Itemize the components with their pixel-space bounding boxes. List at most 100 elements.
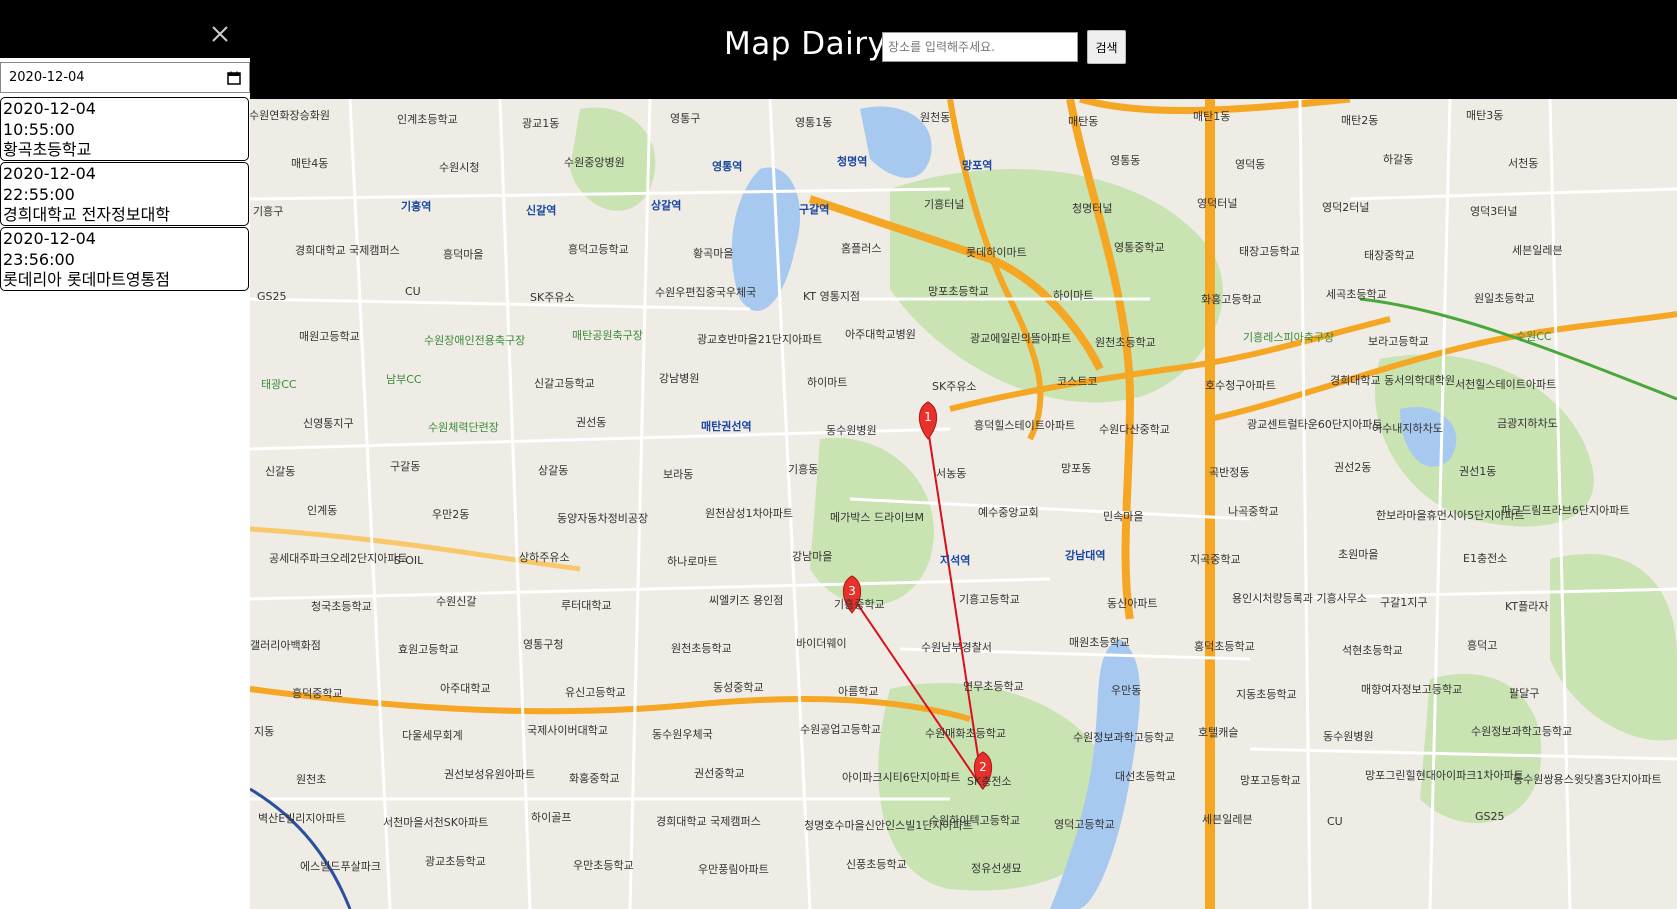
map-place-label: 홍덕초등학교: [1194, 639, 1255, 653]
entry-date: 2020-12-04: [3, 164, 96, 183]
map-place-label: 세븐일레븐: [1512, 243, 1563, 257]
map-place-label: 매탄공원축구장: [572, 329, 643, 343]
map-place-label: 하이마트: [807, 376, 848, 390]
map-place-label: 매탄3동: [1466, 109, 1504, 122]
diary-entry[interactable]: 2020-12-04 10:55:00 황곡초등학교: [0, 97, 249, 161]
map-place-label: 매탄권선역: [701, 420, 752, 434]
entry-date: 2020-12-04: [3, 229, 96, 248]
map-place-label: SK주유소: [530, 290, 575, 304]
map-place-label: 동수원병원: [1323, 730, 1374, 744]
map-place-label: 경희대학교 국제캠퍼스: [295, 243, 400, 257]
map-place-label: 금광지하차도: [1497, 417, 1558, 431]
map-place-label: 남부CC: [386, 373, 422, 387]
map-place-label: 영통중학교: [1114, 240, 1165, 254]
map-place-label: 권선보성유원아파트: [444, 768, 536, 782]
map-place-label: 신갈역: [526, 203, 557, 217]
map-place-label: 세곡초등학교: [1326, 287, 1387, 301]
map-place-label: 권선중학교: [694, 767, 745, 781]
entry-place: 롯데리아 롯데마트영통점: [3, 270, 171, 289]
map-place-label: 곡반정동: [1209, 466, 1250, 480]
map-place-label: 권선2동: [1334, 461, 1372, 475]
map-place-label: 수원남부경찰서: [921, 640, 992, 654]
map-place-label: SK주유소: [932, 380, 977, 394]
map-place-label: 망포고등학교: [1240, 774, 1301, 788]
map-place-label: 수원연화장승화원: [250, 109, 330, 122]
map-place-label: 광교에일린의뜰아파트: [970, 332, 1072, 346]
map-place-label: 갤러리아백화점: [250, 638, 321, 652]
map-place-label: 예수중앙교회: [978, 506, 1039, 519]
date-picker[interactable]: 2020-12-04: [0, 62, 250, 93]
map-place-label: 서천동: [1508, 156, 1539, 170]
map-place-label: 다울세무회계: [402, 729, 463, 743]
map-place-label: 기흥동: [788, 463, 819, 477]
entry-date: 2020-12-04: [3, 99, 96, 118]
map-place-label: 신갈동: [265, 465, 296, 479]
map-place-label: 흥덕고: [1467, 638, 1498, 652]
map-place-label: 지동초등학교: [1236, 687, 1297, 701]
map-place-label: 수원정보과학고등학교: [1073, 731, 1175, 745]
map-place-label: 망포동: [1061, 462, 1092, 476]
map-place-label: 나곡중학교: [1228, 505, 1279, 518]
entry-time: 22:55:00: [3, 184, 75, 204]
search-input[interactable]: [882, 32, 1078, 62]
map-place-label: 원천초: [296, 773, 327, 787]
entry-time: 10:55:00: [3, 119, 75, 139]
map-place-label: 권선1동: [1459, 465, 1497, 479]
map-place-label: 하갈동: [1383, 152, 1414, 166]
search-button[interactable]: 검색: [1087, 30, 1126, 64]
map-place-label: 광교초등학교: [425, 855, 486, 869]
app-title: Map Dairy: [724, 26, 887, 62]
map-place-label: 원천삼성1차아파트: [705, 507, 793, 520]
map-place-label: 인계동: [307, 504, 338, 517]
map-place-label: 영통동: [1110, 153, 1141, 167]
map-place-label: 메가박스 드라이브M: [830, 511, 924, 524]
map-place-label: 기흥구: [253, 204, 284, 218]
map-place-label: 연무초등학교: [963, 679, 1024, 693]
diary-entry[interactable]: 2020-12-04 23:56:00 롯데리아 롯데마트영통점: [0, 227, 249, 291]
map-place-label: 흥덕마을: [443, 247, 484, 261]
map-place-label: 흥덕고등학교: [568, 242, 629, 256]
map-place-label: 상갈동: [538, 464, 569, 478]
map-place-label: SK충전소: [967, 775, 1012, 789]
map-place-label: 태장중학교: [1364, 248, 1415, 262]
map-place-label: 보라고등학교: [1368, 335, 1429, 349]
map-place-label: 광교1동: [522, 117, 560, 130]
map-place-label: 수원신갈: [436, 594, 477, 608]
map-place-label: 우만동: [1111, 683, 1142, 697]
map-place-label: 매탄2동: [1341, 114, 1379, 127]
map-place-label: 상하주유소: [519, 550, 570, 564]
map-place-label: 인계초등학교: [397, 113, 458, 126]
map-place-label: 망포역: [962, 158, 993, 172]
map-place-label: 하이골프: [531, 811, 572, 825]
calendar-icon[interactable]: [227, 71, 241, 85]
map-place-label: 상갈역: [651, 198, 682, 212]
map-place-label: 영덕동: [1235, 157, 1266, 171]
map-place-label: 공세대주파크오레2단지아파트: [269, 551, 408, 565]
map-place-label: 기흥중학교: [834, 597, 885, 611]
map-place-label: 아주대학교병원: [845, 328, 916, 342]
map-place-label: 여수내지하차도: [1372, 422, 1443, 436]
entry-time: 23:56:00: [3, 249, 75, 269]
map-place-label: 망포초등학교: [928, 284, 989, 298]
map-place-label: 강남대역: [1065, 548, 1106, 562]
map-view[interactable]: 1 2 3 수원연화장승화원 인계초등학교 광교1동 영통구 영통1동 원천동 매탄동 매탄1…: [250, 99, 1677, 909]
map-place-label: 서천힐스테이트아파트: [1455, 378, 1557, 392]
map-place-label: 강남병원: [659, 372, 700, 386]
map-place-label: 아주대학교: [440, 681, 491, 695]
app-header: Map Dairy 검색: [0, 0, 1677, 99]
map-place-label: 수원다산중학교: [1099, 423, 1170, 437]
close-icon[interactable]: [206, 20, 234, 48]
map-place-label: 보라동: [663, 468, 694, 482]
map-place-label: 구갈동: [390, 460, 421, 474]
map-marker-1[interactable]: 1: [918, 401, 938, 440]
map-place-label: 정유선생묘: [971, 862, 1022, 876]
map-place-label: 영통1동: [795, 116, 833, 129]
map-place-label: 수원중앙병원: [564, 155, 625, 169]
map-place-label: 영덕고등학교: [1054, 818, 1115, 832]
diary-entry[interactable]: 2020-12-04 22:55:00 경희대학교 전자정보대학: [0, 162, 249, 226]
map-place-label: 권선동: [576, 416, 607, 430]
map-place-label: 동수원병원: [826, 424, 877, 438]
map-place-label: 청명터널: [1072, 201, 1113, 215]
map-place-label: 파크드림프라브6단지아파트: [1501, 504, 1630, 517]
map-place-label: GS25: [1475, 810, 1505, 824]
